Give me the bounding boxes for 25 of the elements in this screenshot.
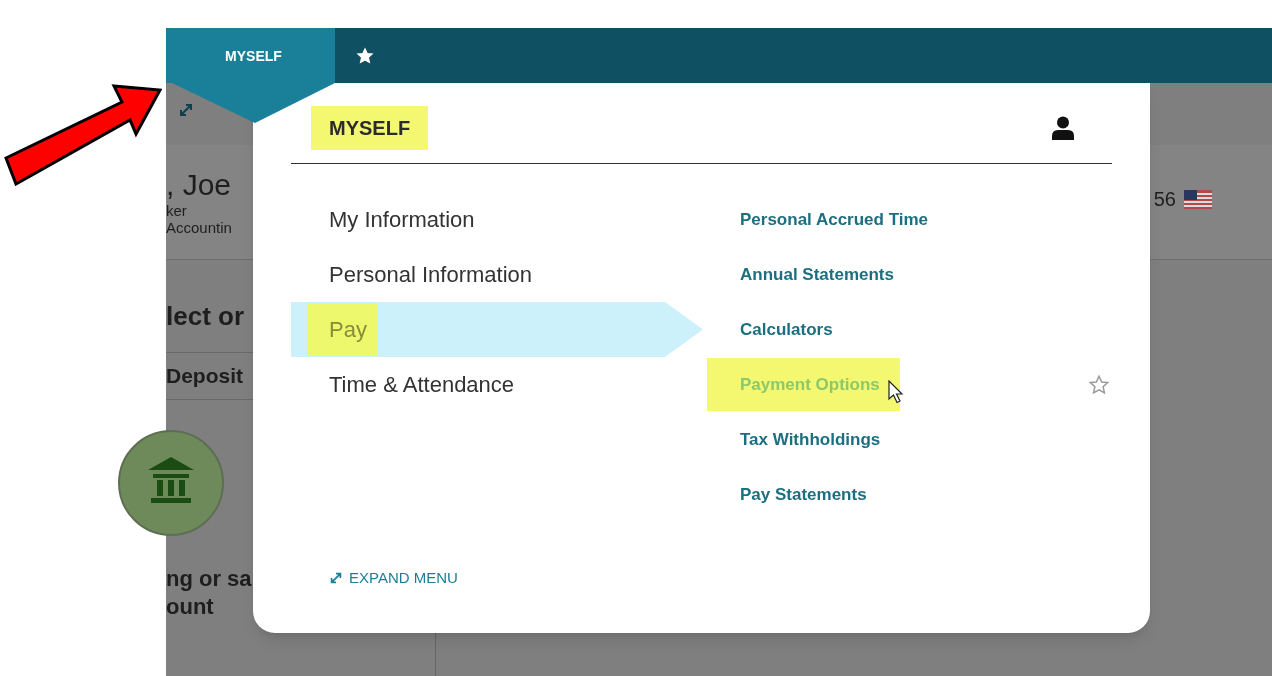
menu-link[interactable]: Pay Statements [740,481,867,508]
menu-category[interactable]: Personal Information [291,247,703,302]
bank-icon [118,429,224,536]
menu-title: MYSELF [311,106,429,150]
user-icon [1052,116,1074,140]
menu-link[interactable]: Annual Statements [740,261,894,288]
menu-link[interactable]: Personal Accrued Time [740,206,929,233]
menu-link[interactable]: Tax Withholdings [740,426,881,453]
menu-link[interactable]: Calculators [740,316,833,343]
employee-name: , Joe [166,168,232,202]
expand-icon [329,570,343,585]
employee-title: ker [166,202,188,219]
employee-number: 56 [1153,187,1176,212]
section-heading: lect or [166,301,245,331]
flag-icon [1184,189,1212,209]
employee-department: Accountin [166,219,232,236]
star-icon [356,46,374,65]
account-caption: ng or sa ount [166,565,252,621]
arrow-annotation-icon [4,82,162,186]
menu-category[interactable]: My Information [291,192,703,247]
expand-icon [178,102,194,118]
menu-category[interactable]: Time & Attendance [291,357,703,412]
favorite-star-icon [1088,373,1110,396]
expand-menu-button[interactable]: EXPAND MENU [329,566,458,589]
menu-category[interactable]: Pay [291,302,703,357]
